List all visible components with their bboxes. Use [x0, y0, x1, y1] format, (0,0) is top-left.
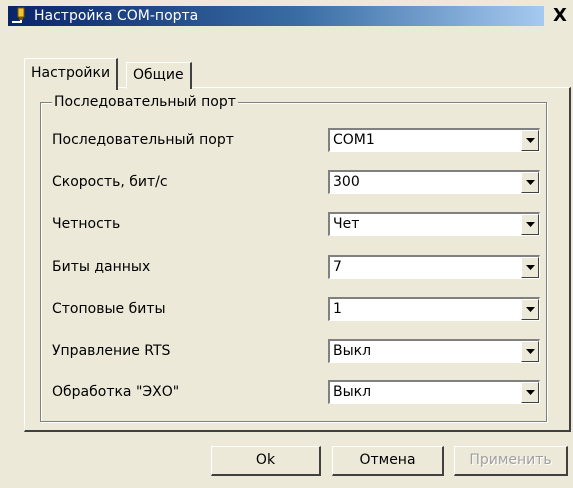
select-rts-control[interactable]: Выкл [328, 339, 540, 363]
select-value: Выкл [333, 343, 372, 359]
dropdown-button[interactable] [521, 172, 539, 193]
groupbox-legend: Последовательный порт [52, 93, 238, 111]
chevron-down-icon [526, 138, 535, 143]
chevron-down-icon [526, 180, 535, 185]
dropdown-button[interactable] [521, 257, 539, 278]
select-value: Чет [333, 216, 360, 232]
dropdown-button[interactable] [521, 382, 539, 403]
select-value: 1 [333, 301, 342, 317]
ok-button[interactable]: Ok [211, 446, 321, 476]
dropdown-button[interactable] [521, 130, 539, 151]
tab-settings[interactable]: Настройки [24, 58, 119, 90]
select-stop-bits[interactable]: 1 [328, 297, 540, 321]
select-echo-processing[interactable]: Выкл [328, 380, 540, 404]
dropdown-button[interactable] [521, 299, 539, 320]
select-data-bits[interactable]: 7 [328, 255, 540, 279]
chevron-down-icon [526, 265, 535, 270]
chevron-down-icon [526, 222, 535, 227]
label-baud-rate: Скорость, бит/с [52, 174, 168, 190]
select-parity[interactable]: Чет [328, 212, 540, 236]
close-button[interactable]: X [550, 6, 570, 26]
chevron-down-icon [526, 390, 535, 395]
label-stop-bits: Стоповые биты [52, 301, 166, 317]
title-bar: Настройка COM-порта X [0, 0, 573, 30]
label-serial-port: Последовательный порт [52, 132, 234, 148]
chevron-down-icon [526, 307, 535, 312]
select-serial-port[interactable]: COM1 [328, 128, 540, 152]
select-baud-rate[interactable]: 300 [328, 170, 540, 194]
dropdown-button[interactable] [521, 341, 539, 362]
chevron-down-icon [526, 349, 535, 354]
com-port-plug-icon [12, 7, 25, 23]
label-parity: Четность [52, 216, 121, 232]
window-title: Настройка COM-порта [34, 8, 199, 24]
cancel-button[interactable]: Отмена [332, 446, 444, 476]
dialog-window: Настройка COM-порта X Настройки Общие По… [0, 0, 573, 488]
label-data-bits: Биты данных [52, 259, 151, 275]
tab-general[interactable]: Общие [126, 62, 192, 89]
select-value: COM1 [333, 132, 375, 148]
apply-button[interactable]: Применить [454, 446, 568, 476]
dropdown-button[interactable] [521, 214, 539, 235]
label-echo-processing: Обработка "ЭХО" [52, 384, 180, 400]
label-rts-control: Управление RTS [52, 343, 171, 359]
select-value: 300 [333, 174, 360, 190]
select-value: Выкл [333, 384, 372, 400]
select-value: 7 [333, 259, 342, 275]
close-icon: X [553, 5, 567, 26]
title-bar-caption[interactable]: Настройка COM-порта [8, 6, 544, 26]
